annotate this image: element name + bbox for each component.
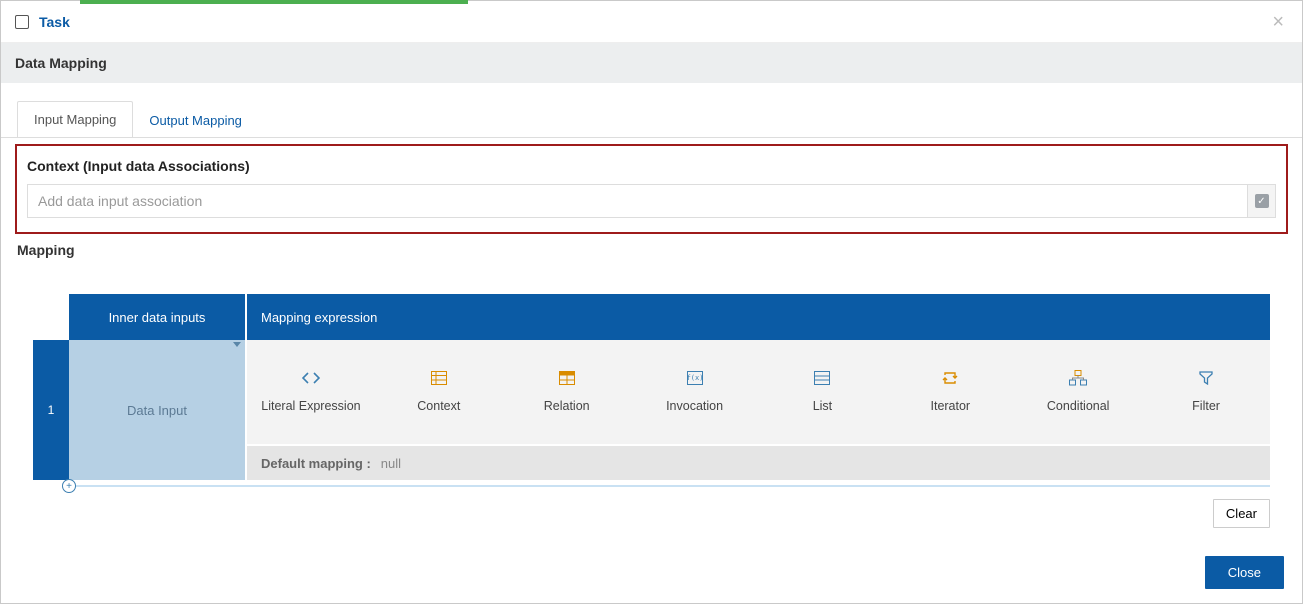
tab-output-mapping[interactable]: Output Mapping (133, 103, 258, 138)
task-icon (15, 15, 29, 29)
filter-icon (1199, 370, 1213, 386)
expr-label: Iterator (931, 398, 971, 414)
add-row-rail: + (33, 479, 1270, 493)
tab-bar: Input Mapping Output Mapping (1, 83, 1302, 138)
check-icon: ✓ (1255, 194, 1269, 208)
expr-label: Literal Expression (261, 398, 360, 414)
expr-iterator[interactable]: Iterator (886, 340, 1014, 444)
code-icon (302, 370, 320, 386)
expr-label: List (813, 398, 832, 414)
expr-label: Filter (1192, 398, 1220, 414)
data-input-label: Data Input (127, 403, 187, 418)
dialog-title: Task (39, 14, 70, 30)
close-button[interactable]: Close (1205, 556, 1284, 589)
expr-filter[interactable]: Filter (1142, 340, 1270, 444)
mapping-heading: Mapping (15, 242, 1288, 258)
association-row: ✓ (27, 184, 1276, 218)
expr-literal-expression[interactable]: Literal Expression (247, 340, 375, 444)
section-header: Data Mapping (1, 43, 1302, 83)
context-label: Context (Input data Associations) (27, 158, 1276, 174)
expression-picker: Literal Expression Context (247, 340, 1270, 444)
association-input[interactable] (28, 185, 1247, 217)
expr-label: Conditional (1047, 398, 1110, 414)
accent-bar (80, 0, 468, 4)
expression-column: Mapping expression Literal Expression (247, 294, 1270, 480)
invocation-icon: f(x) (687, 370, 703, 386)
expr-label: Relation (544, 398, 590, 414)
clear-button[interactable]: Clear (1213, 499, 1270, 528)
expr-list[interactable]: List (759, 340, 887, 444)
inner-data-header: Inner data inputs (69, 294, 245, 340)
relation-icon (559, 370, 575, 386)
expr-context[interactable]: Context (375, 340, 503, 444)
add-row-button[interactable]: + (62, 479, 76, 493)
close-icon[interactable]: × (1268, 8, 1288, 36)
association-confirm-button[interactable]: ✓ (1247, 185, 1275, 217)
list-icon (814, 370, 830, 386)
dropdown-caret-icon (233, 342, 241, 347)
expr-relation[interactable]: Relation (503, 340, 631, 444)
svg-text:f(x): f(x) (687, 374, 703, 382)
expr-label: Invocation (666, 398, 723, 414)
content-area: Context (Input data Associations) ✓ Mapp… (1, 138, 1302, 542)
tab-input-mapping[interactable]: Input Mapping (17, 101, 133, 138)
expr-label: Context (417, 398, 460, 414)
context-icon (431, 370, 447, 386)
default-mapping-row: Default mapping : null (247, 444, 1270, 480)
footer: Close (1, 542, 1302, 603)
expression-header: Mapping expression (247, 294, 1270, 340)
row-number-column: 1 (33, 294, 69, 480)
context-block: Context (Input data Associations) ✓ (15, 144, 1288, 234)
inner-data-column: Inner data inputs Data Input (69, 294, 247, 480)
rail-line (71, 485, 1270, 487)
dialog-window: Task × Data Mapping Input Mapping Output… (0, 0, 1303, 604)
data-input-cell[interactable]: Data Input (69, 340, 245, 480)
row-number: 1 (33, 340, 69, 480)
conditional-icon (1069, 370, 1087, 386)
expr-conditional[interactable]: Conditional (1014, 340, 1142, 444)
iterator-icon (942, 370, 958, 386)
default-mapping-key: Default mapping : (261, 456, 371, 471)
default-mapping-value: null (381, 456, 401, 471)
mapping-table: 1 Inner data inputs Data Input Mapping e… (15, 294, 1288, 493)
expr-invocation[interactable]: f(x) Invocation (631, 340, 759, 444)
titlebar: Task × (1, 1, 1302, 43)
